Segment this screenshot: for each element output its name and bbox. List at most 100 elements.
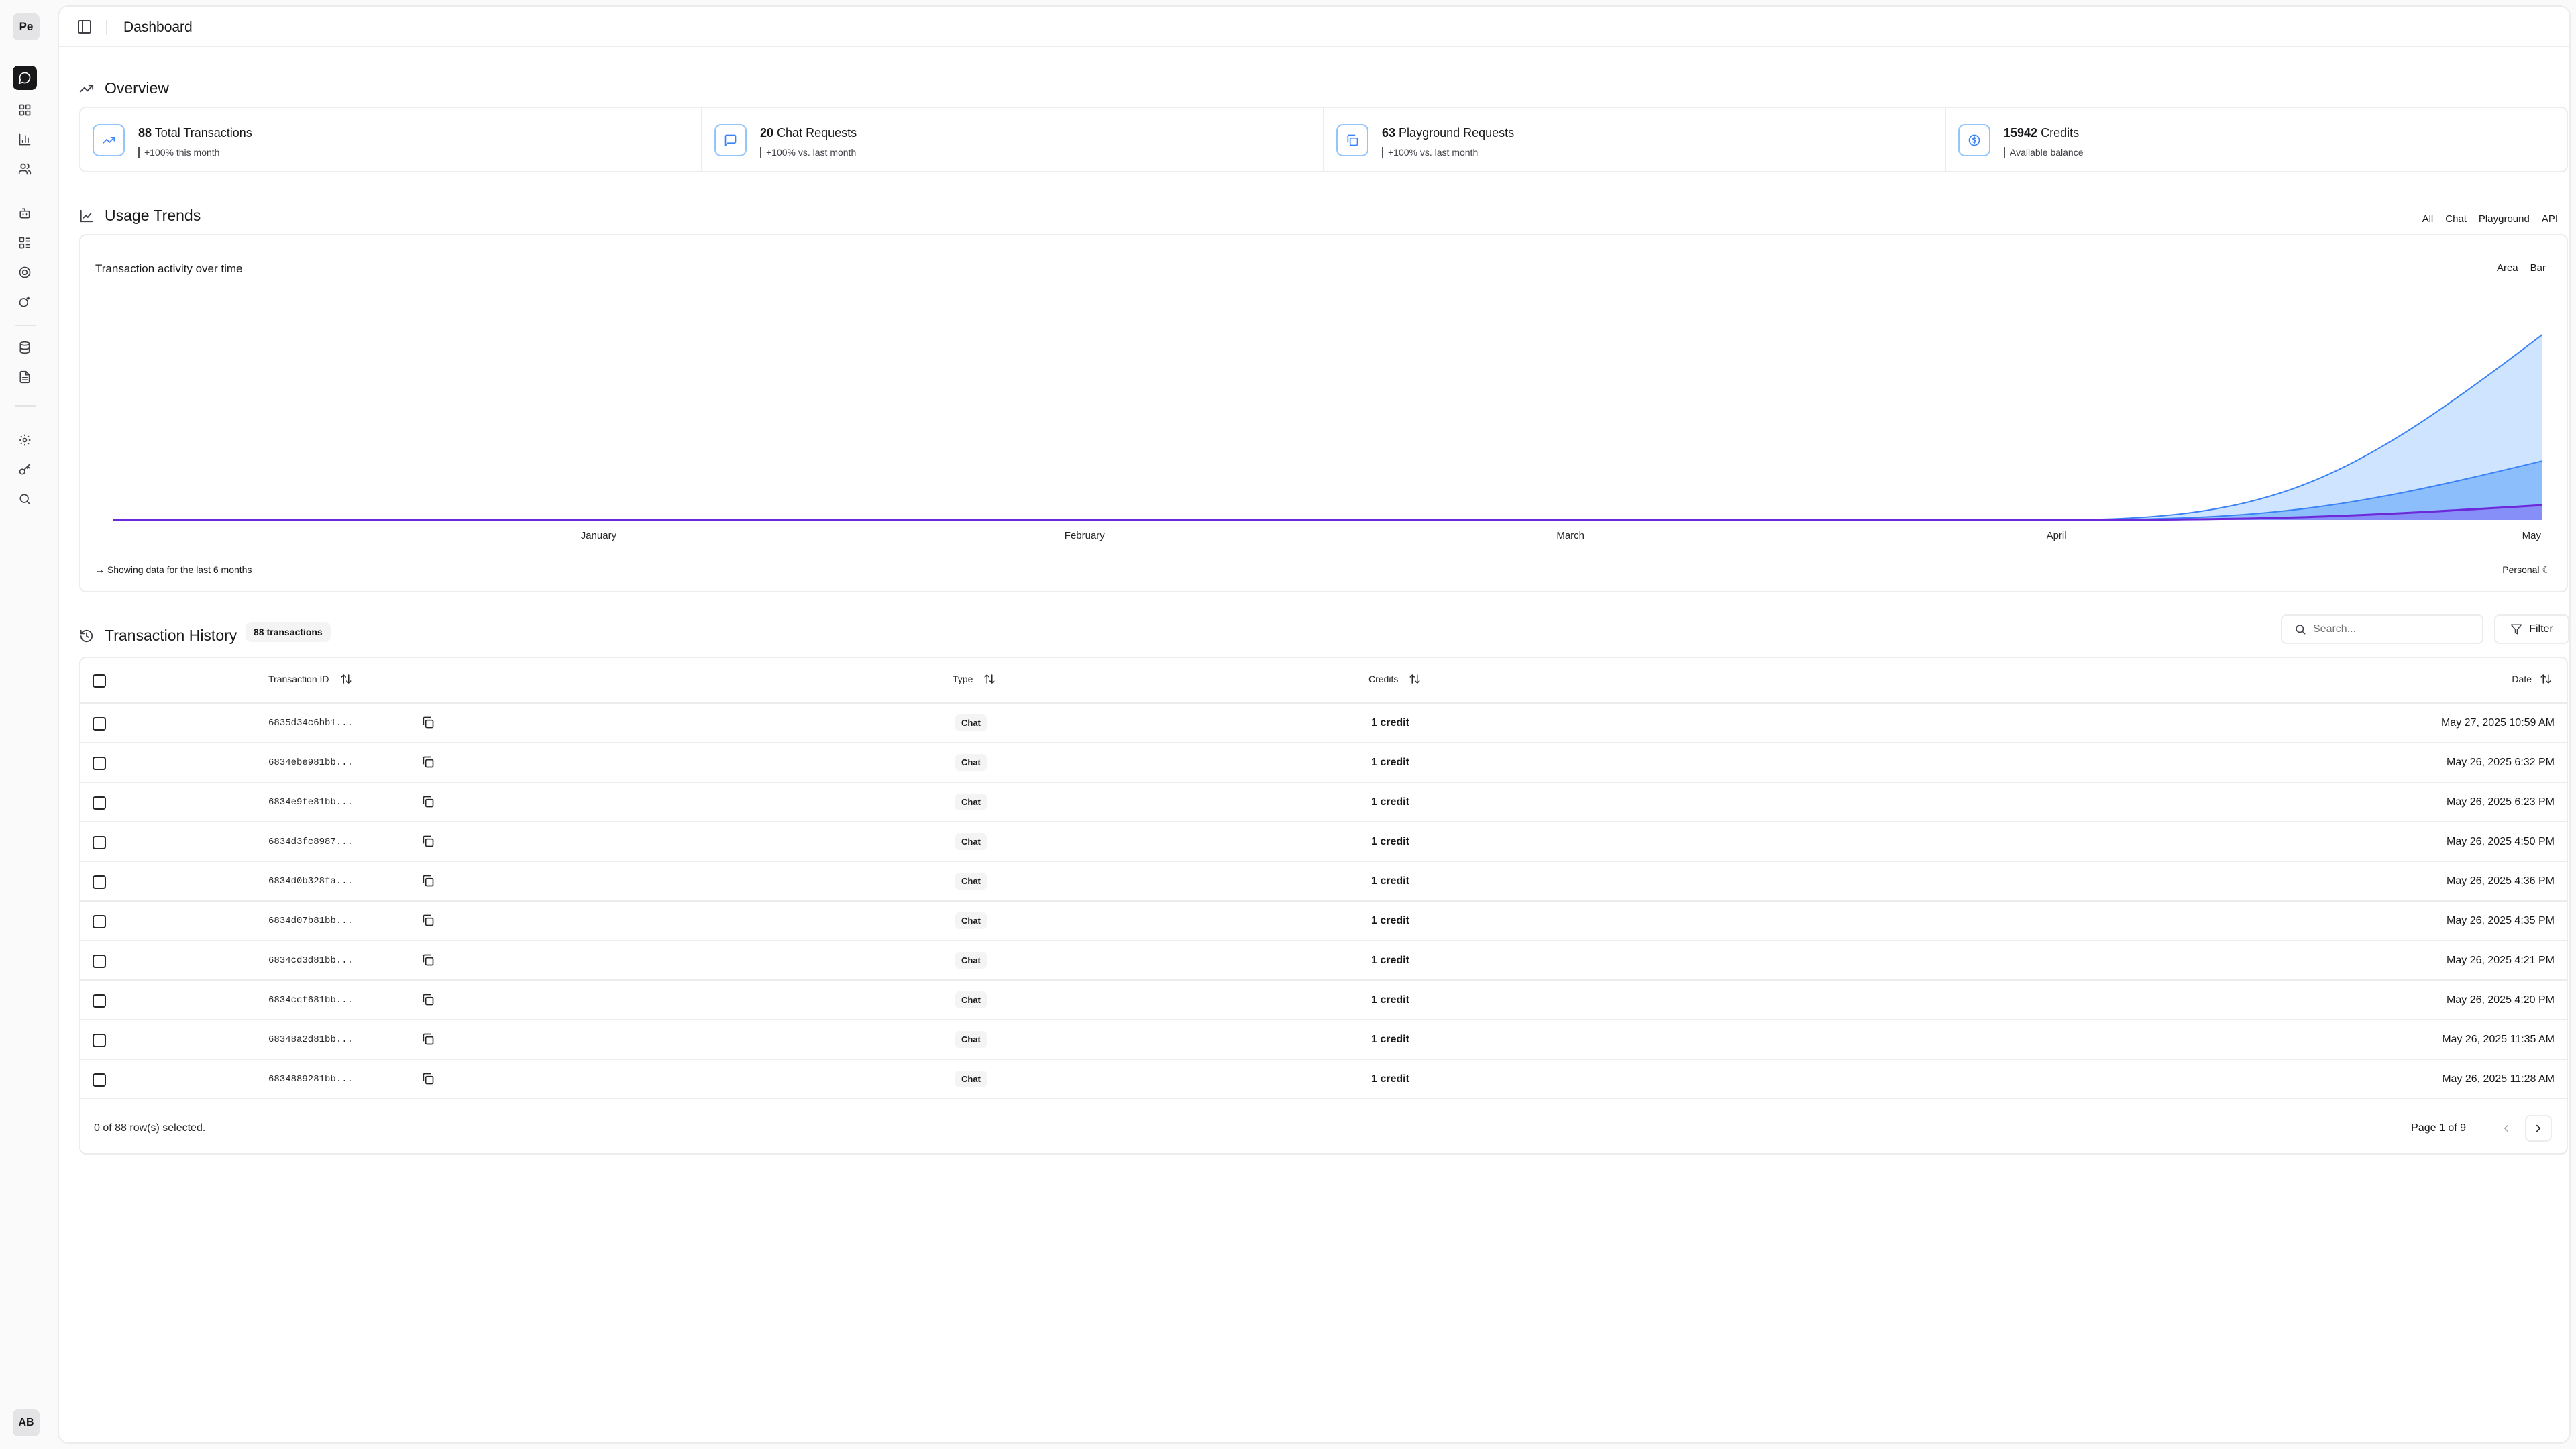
table-row[interactable]: 6834ccf681bb... Chat 1 credit May 26, 20…: [80, 981, 2567, 1020]
transaction-id: 6834ebe981bb...: [268, 757, 354, 768]
row-checkbox[interactable]: [93, 994, 106, 1008]
chat-nav-icon[interactable]: [13, 66, 37, 90]
layout-grid-icon[interactable]: [13, 98, 37, 122]
tab-playground[interactable]: Playground: [2473, 209, 2536, 229]
next-page-button[interactable]: [2525, 1115, 2552, 1142]
row-checkbox[interactable]: [93, 955, 106, 968]
row-checkbox[interactable]: [93, 836, 106, 849]
usage-title: Usage Trends: [105, 207, 201, 224]
tab-chat[interactable]: Chat: [2439, 209, 2473, 229]
search-field[interactable]: [2281, 614, 2483, 644]
table-row[interactable]: 6834e9fe81bb... Chat 1 credit May 26, 20…: [80, 783, 2567, 822]
column-header-id[interactable]: Transaction ID: [268, 673, 352, 685]
mode-area[interactable]: Area: [2491, 258, 2524, 278]
row-checkbox[interactable]: [93, 796, 106, 810]
tab-all[interactable]: All: [2416, 209, 2440, 229]
column-header-type[interactable]: Type: [953, 673, 996, 685]
sort-icon[interactable]: [340, 673, 352, 685]
copy-icon[interactable]: [421, 755, 435, 769]
users-icon[interactable]: [13, 157, 37, 181]
table-row[interactable]: 6835d34c6bb1... Chat 1 credit May 27, 20…: [80, 704, 2567, 743]
chart-footer-text: Showing data for the last 6 months: [107, 564, 252, 575]
sort-icon[interactable]: [1409, 673, 1421, 685]
table-row[interactable]: 68348a2d81bb... Chat 1 credit May 26, 20…: [80, 1020, 2567, 1060]
transaction-id: 68348a2d81bb...: [268, 1034, 354, 1045]
stats-row: 88 Total Transactions +100% this month 2…: [79, 107, 2568, 172]
mode-bar[interactable]: Bar: [2524, 258, 2552, 278]
bar-chart-icon[interactable]: [13, 127, 37, 152]
credits-value: 1 credit: [1371, 1073, 1409, 1085]
file-text-icon[interactable]: [13, 365, 37, 389]
series-area-0: [113, 334, 2542, 520]
transactions-table: Transaction ID Type Credits Date 6835d34…: [79, 657, 2568, 1155]
apps-grid-icon[interactable]: [13, 231, 37, 255]
column-label: Date: [2512, 674, 2532, 684]
workspace-indicator[interactable]: Personal ☾: [2502, 564, 2551, 576]
credits-value: 1 credit: [1371, 875, 1409, 887]
date-value: May 26, 2025 4:36 PM: [2447, 875, 2555, 887]
search-input[interactable]: [2313, 623, 2474, 635]
database-icon[interactable]: [13, 335, 37, 360]
copy-icon[interactable]: [421, 914, 435, 927]
copy-icon[interactable]: [421, 795, 435, 808]
date-value: May 26, 2025 4:20 PM: [2447, 994, 2555, 1006]
stat-value: 15942: [2004, 126, 2038, 140]
sparkle-icon[interactable]: [13, 290, 37, 314]
stat-label: Playground Requests: [1399, 126, 1515, 140]
column-header-credits[interactable]: Credits: [1368, 673, 1421, 685]
usage-header: Usage Trends: [79, 207, 201, 225]
table-row[interactable]: 6834d07b81bb... Chat 1 credit May 26, 20…: [80, 902, 2567, 941]
tab-api[interactable]: API: [2536, 209, 2564, 229]
gear-icon[interactable]: [13, 428, 37, 452]
stat-title: 63 Playground Requests: [1382, 126, 1514, 140]
copy-icon[interactable]: [421, 953, 435, 967]
table-row[interactable]: 6834d3fc8987... Chat 1 credit May 26, 20…: [80, 822, 2567, 862]
copy-icon[interactable]: [421, 835, 435, 848]
filter-button[interactable]: Filter: [2494, 614, 2569, 644]
copy-icon[interactable]: [421, 1072, 435, 1085]
table-row[interactable]: 6834d0b328fa... Chat 1 credit May 26, 20…: [80, 862, 2567, 902]
chart-mode-toggle: Area Bar: [2491, 258, 2552, 278]
sort-icon[interactable]: [2540, 673, 2552, 685]
transactions-title: Transaction History: [105, 627, 237, 644]
row-checkbox[interactable]: [93, 757, 106, 770]
type-badge: Chat: [955, 912, 987, 929]
table-row[interactable]: 6834cd3d81bb... Chat 1 credit May 26, 20…: [80, 941, 2567, 981]
row-checkbox[interactable]: [93, 1073, 106, 1087]
copy-icon[interactable]: [421, 716, 435, 729]
bot-icon[interactable]: [13, 201, 37, 225]
key-icon[interactable]: [13, 458, 37, 482]
previous-page-button[interactable]: [2493, 1115, 2520, 1142]
sidebar-toggle-icon[interactable]: [76, 19, 93, 35]
copy-icon[interactable]: [421, 993, 435, 1006]
date-value: May 26, 2025 6:23 PM: [2447, 796, 2555, 808]
sort-icon[interactable]: [983, 673, 996, 685]
table-row[interactable]: 6834889281bb... Chat 1 credit May 26, 20…: [80, 1060, 2567, 1099]
copy-icon[interactable]: [421, 874, 435, 888]
date-value: May 26, 2025 4:21 PM: [2447, 955, 2555, 966]
moon-icon: ☾: [2542, 564, 2551, 575]
row-checkbox[interactable]: [93, 717, 106, 731]
type-badge: Chat: [955, 833, 987, 850]
table-row[interactable]: 6834ebe981bb... Chat 1 credit May 26, 20…: [80, 743, 2567, 783]
user-avatar[interactable]: AB: [13, 1409, 40, 1436]
search-icon[interactable]: [13, 487, 37, 511]
chevron-right-icon: [2536, 1124, 2541, 1132]
row-checkbox[interactable]: [93, 1034, 106, 1047]
page-indicator: Page 1 of 9: [2411, 1122, 2466, 1134]
chevron-left-icon: [2504, 1124, 2508, 1132]
stat-title: 15942 Credits: [2004, 126, 2079, 140]
row-checkbox[interactable]: [93, 875, 106, 889]
date-value: May 26, 2025 4:50 PM: [2447, 836, 2555, 847]
row-checkbox[interactable]: [93, 915, 106, 928]
select-all-checkbox[interactable]: [93, 674, 106, 688]
column-header-date[interactable]: Date: [2512, 673, 2552, 685]
table-header: Transaction ID Type Credits Date: [80, 658, 2567, 704]
stat-subtext: +100% this month: [138, 147, 219, 158]
workspace-logo[interactable]: Pe: [13, 13, 40, 40]
copy-icon[interactable]: [421, 1032, 435, 1046]
column-label: Credits: [1368, 674, 1399, 684]
selection-summary: 0 of 88 row(s) selected.: [94, 1122, 206, 1134]
stat-card-playground: 63 Playground Requests +100% vs. last mo…: [1324, 108, 1946, 171]
target-icon[interactable]: [13, 260, 37, 284]
